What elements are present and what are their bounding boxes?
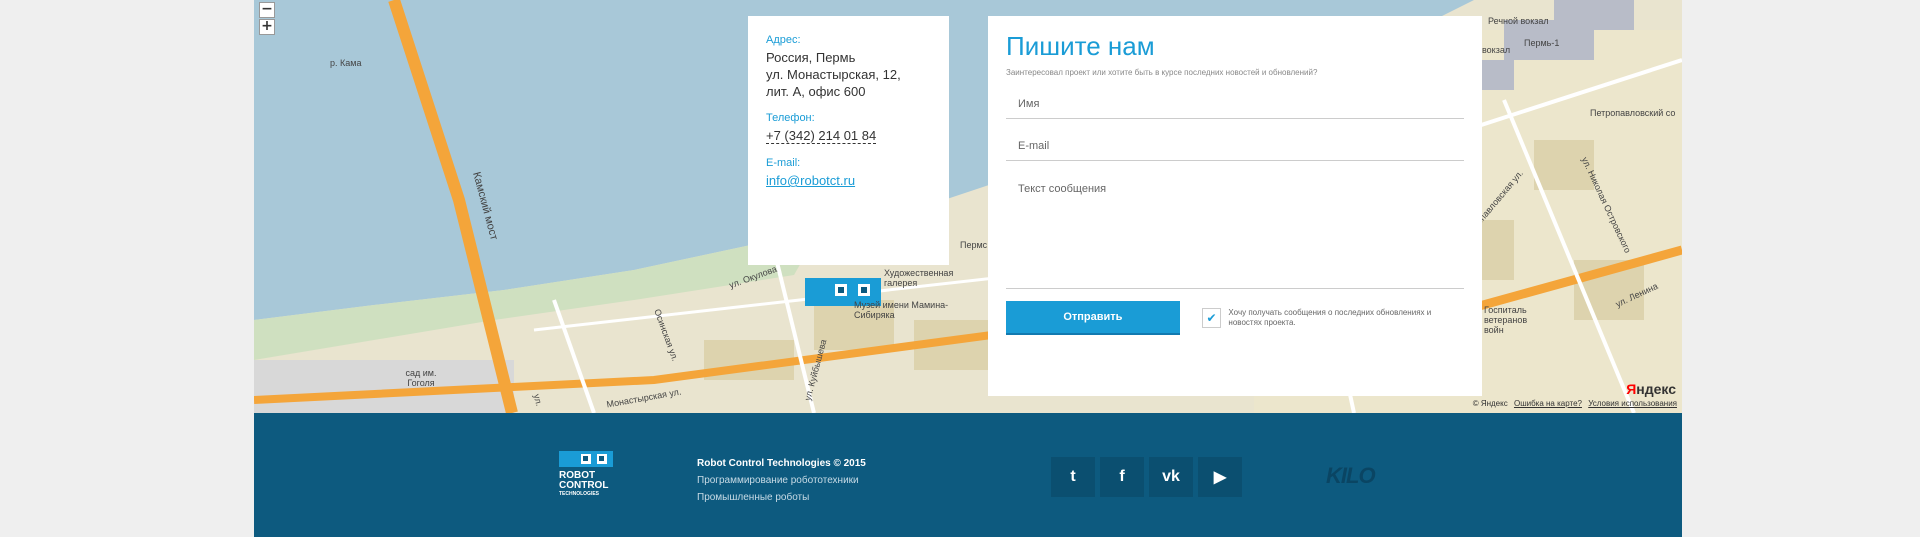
form-title: Пишите нам bbox=[1006, 31, 1155, 61]
logo-text: ROBOT CONTROL TECHNOLOGIES bbox=[559, 470, 609, 498]
map-zoom-in-button[interactable]: + bbox=[259, 19, 275, 35]
subscribe-label: Хочу получать сообщения о последних обно… bbox=[1228, 308, 1432, 327]
kilo-logo[interactable]: KILO bbox=[1326, 463, 1376, 489]
map-label-petropavl-sobor: Петропавловский со bbox=[1590, 108, 1676, 118]
vk-icon[interactable]: vk bbox=[1149, 457, 1193, 497]
map-label-gallery: Художественная галерея bbox=[884, 268, 954, 288]
name-input[interactable] bbox=[1006, 89, 1464, 119]
map-label-permskaya: Пермс bbox=[960, 240, 988, 250]
youtube-icon[interactable]: ▶ bbox=[1198, 457, 1242, 497]
twitter-icon[interactable]: t bbox=[1051, 457, 1095, 497]
address-line-3: лит. А, офис 600 bbox=[766, 84, 866, 99]
company-logo[interactable]: ROBOT CONTROL TECHNOLOGIES bbox=[559, 451, 615, 498]
footer-link-programming[interactable]: Программирование робототехники bbox=[697, 472, 866, 489]
page: − + р. Кама Камский мост ул. Окулова Мон… bbox=[0, 0, 1920, 537]
address-line-1: Россия, Пермь bbox=[766, 50, 856, 65]
footer-link-robots[interactable]: Промышленные роботы bbox=[697, 489, 866, 506]
email-link[interactable]: info@robotct.ru bbox=[766, 173, 855, 188]
right-gutter bbox=[1682, 0, 1920, 537]
map-label-garden: сад им. Гоголя bbox=[405, 368, 437, 388]
submit-button[interactable]: Отправить bbox=[1006, 301, 1180, 335]
email-input[interactable] bbox=[1006, 131, 1464, 161]
left-gutter bbox=[0, 0, 254, 537]
map-terms-link[interactable]: Условия использования bbox=[1588, 399, 1677, 408]
subscribe-checkbox[interactable]: ✔ bbox=[1201, 308, 1222, 328]
address-label: Адрес: bbox=[766, 34, 801, 46]
map-label-vokzal: вокзал bbox=[1482, 45, 1511, 55]
logo-robot-icon bbox=[559, 451, 613, 467]
phone-label: Телефон: bbox=[766, 112, 815, 124]
footer: ROBOT CONTROL TECHNOLOGIES Robot Control… bbox=[254, 413, 1682, 537]
form-subtitle: Заинтересовал проект или хотите быть в к… bbox=[1006, 68, 1318, 77]
map-label-perm1: Пермь-1 bbox=[1524, 38, 1560, 48]
footer-info: Robot Control Technologies © 2015 Програ… bbox=[697, 455, 866, 506]
map-zoom-out-button[interactable]: − bbox=[259, 2, 275, 18]
phone-link[interactable]: +7 (342) 214 01 84 bbox=[766, 128, 877, 144]
map-label-rechnoy: Речной вокзал bbox=[1488, 16, 1549, 26]
contact-form: Пишите нам Заинтересовал проект или хоти… bbox=[988, 16, 1482, 396]
email-label: E-mail: bbox=[766, 157, 801, 169]
map-label-hospital: Госпиталь ветеранов войн bbox=[1484, 305, 1528, 335]
map-error-link[interactable]: Ошибка на карте? bbox=[1514, 399, 1582, 408]
facebook-icon[interactable]: f bbox=[1100, 457, 1144, 497]
map-label-kama: р. Кама bbox=[330, 58, 362, 68]
map-label-museum: Музей имени Мамина-Сибиряка bbox=[854, 300, 949, 320]
yandex-logo: Яндекс bbox=[1626, 381, 1676, 397]
message-textarea[interactable] bbox=[1006, 173, 1464, 289]
check-icon: ✔ bbox=[1206, 311, 1217, 325]
social-links: t f vk ▶ bbox=[1051, 457, 1242, 497]
contact-card: Адрес: Россия, Пермь ул. Монастырская, 1… bbox=[748, 16, 949, 265]
address-line-2: ул. Монастырская, 12, bbox=[766, 67, 901, 82]
map-copyright: © Яндекс Ошибка на карте? Условия исполь… bbox=[1472, 399, 1677, 408]
footer-company: Robot Control Technologies © 2015 bbox=[697, 458, 866, 469]
